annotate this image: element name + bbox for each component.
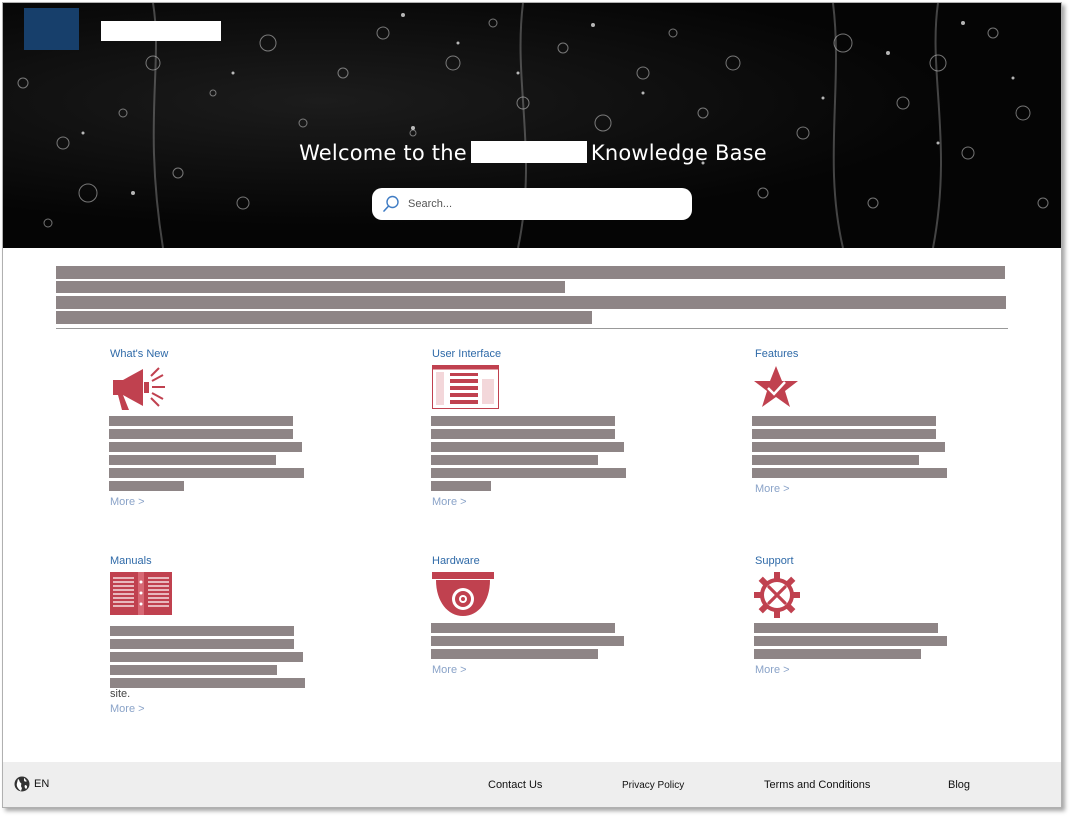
category-desc-redacted <box>431 429 615 439</box>
footer: EN Contact Us Privacy Policy Terms and C… <box>3 762 1061 807</box>
search-icon <box>383 195 399 212</box>
category-desc-redacted <box>110 678 305 688</box>
category-desc-redacted <box>431 649 598 659</box>
contact-us-link[interactable]: Contact Us <box>488 779 542 791</box>
gear-tools-icon[interactable] <box>754 572 800 618</box>
category-desc-redacted <box>754 623 938 633</box>
megaphone-icon[interactable] <box>109 366 167 410</box>
category-title-support[interactable]: Support <box>755 555 794 567</box>
search-input[interactable] <box>408 198 668 210</box>
title-prefix: Welcome to the <box>299 141 467 165</box>
category-desc-redacted <box>110 639 294 649</box>
category-desc-redacted <box>752 416 936 426</box>
hero-banner: Welcome to the Knowledge Base <box>3 3 1061 248</box>
blog-link[interactable]: Blog <box>948 779 970 791</box>
category-title-hardware[interactable]: Hardware <box>432 555 480 567</box>
category-title-features[interactable]: Features <box>755 348 798 360</box>
brand-name-redacted <box>101 21 221 41</box>
category-title-manuals[interactable]: Manuals <box>110 555 152 567</box>
category-desc-redacted <box>431 416 615 426</box>
title-brand-redacted <box>470 141 587 163</box>
category-desc-redacted <box>109 442 302 452</box>
intro-text-redacted <box>56 311 592 324</box>
category-desc-redacted <box>110 665 277 675</box>
star-check-icon[interactable] <box>753 364 799 410</box>
ui-screen-icon[interactable] <box>432 365 499 409</box>
search-bar[interactable] <box>372 188 692 220</box>
category-desc-redacted <box>109 429 293 439</box>
category-desc-redacted <box>752 442 945 452</box>
section-divider <box>56 328 1008 329</box>
category-desc-redacted <box>109 481 184 491</box>
intro-text-redacted <box>56 281 565 293</box>
intro-text-redacted <box>56 296 1006 309</box>
category-desc-redacted <box>109 455 276 465</box>
privacy-policy-link[interactable]: Privacy Policy <box>622 780 684 791</box>
category-title-user-interface[interactable]: User Interface <box>432 348 501 360</box>
category-title-whats-new[interactable]: What's New <box>110 348 168 360</box>
language-label: EN <box>34 778 50 790</box>
company-logo[interactable] <box>24 8 79 50</box>
category-desc-redacted <box>431 481 491 491</box>
category-desc-tail: site. <box>110 688 131 700</box>
category-desc-redacted <box>754 636 947 646</box>
category-desc-redacted <box>754 649 921 659</box>
category-desc-redacted <box>431 468 626 478</box>
globe-icon <box>14 776 30 792</box>
more-link-manuals[interactable]: More > <box>110 703 145 715</box>
category-desc-redacted <box>110 652 303 662</box>
more-link-whats-new[interactable]: More > <box>110 496 145 508</box>
more-link-features[interactable]: More > <box>755 483 790 495</box>
category-desc-redacted <box>109 416 293 426</box>
page-title: Welcome to the Knowledge Base <box>3 141 1061 165</box>
category-desc-redacted <box>431 623 615 633</box>
category-desc-redacted <box>431 455 598 465</box>
category-desc-redacted <box>431 442 624 452</box>
open-book-icon[interactable] <box>110 572 172 615</box>
title-suffix: Knowledge Base <box>590 141 767 165</box>
category-desc-redacted <box>752 468 947 478</box>
page-frame: Welcome to theKnowledge Base What's New … <box>2 2 1062 808</box>
more-link-hardware[interactable]: More > <box>432 664 467 676</box>
category-desc-redacted <box>752 429 936 439</box>
category-desc-redacted <box>431 636 624 646</box>
category-desc-redacted <box>109 468 304 478</box>
more-link-user-interface[interactable]: More > <box>432 496 467 508</box>
terms-link[interactable]: Terms and Conditions <box>764 779 870 791</box>
more-link-support[interactable]: More > <box>755 664 790 676</box>
dome-camera-icon[interactable] <box>432 572 494 616</box>
intro-text-redacted <box>56 266 1005 279</box>
category-desc-redacted <box>110 626 294 636</box>
category-desc-redacted <box>752 455 919 465</box>
language-selector[interactable]: EN <box>14 776 49 792</box>
